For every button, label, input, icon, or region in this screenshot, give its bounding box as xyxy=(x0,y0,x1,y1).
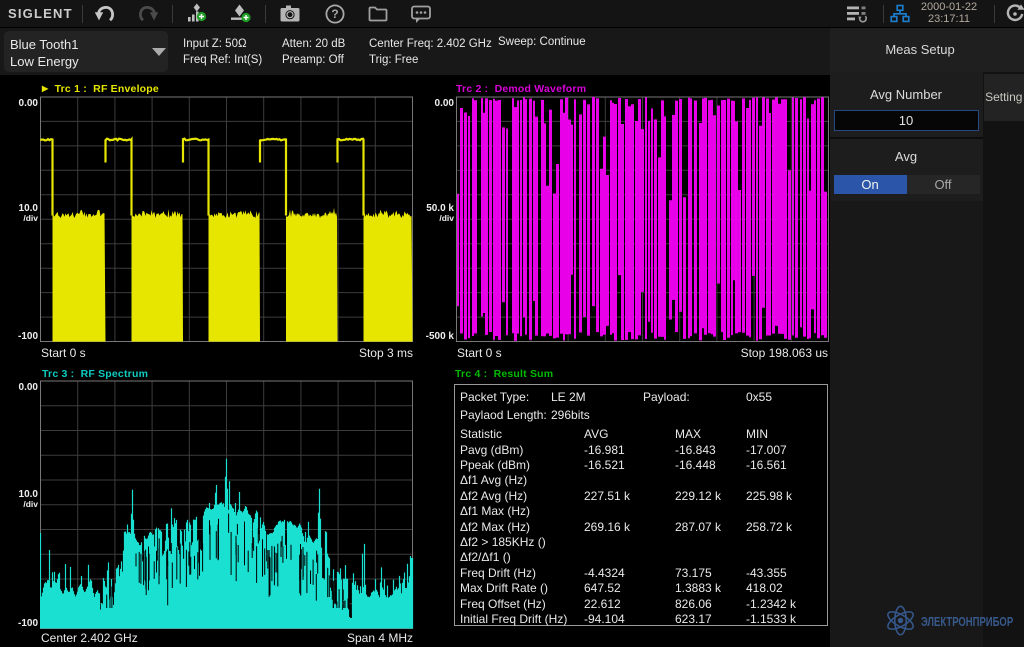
svg-text:?: ? xyxy=(331,7,338,21)
